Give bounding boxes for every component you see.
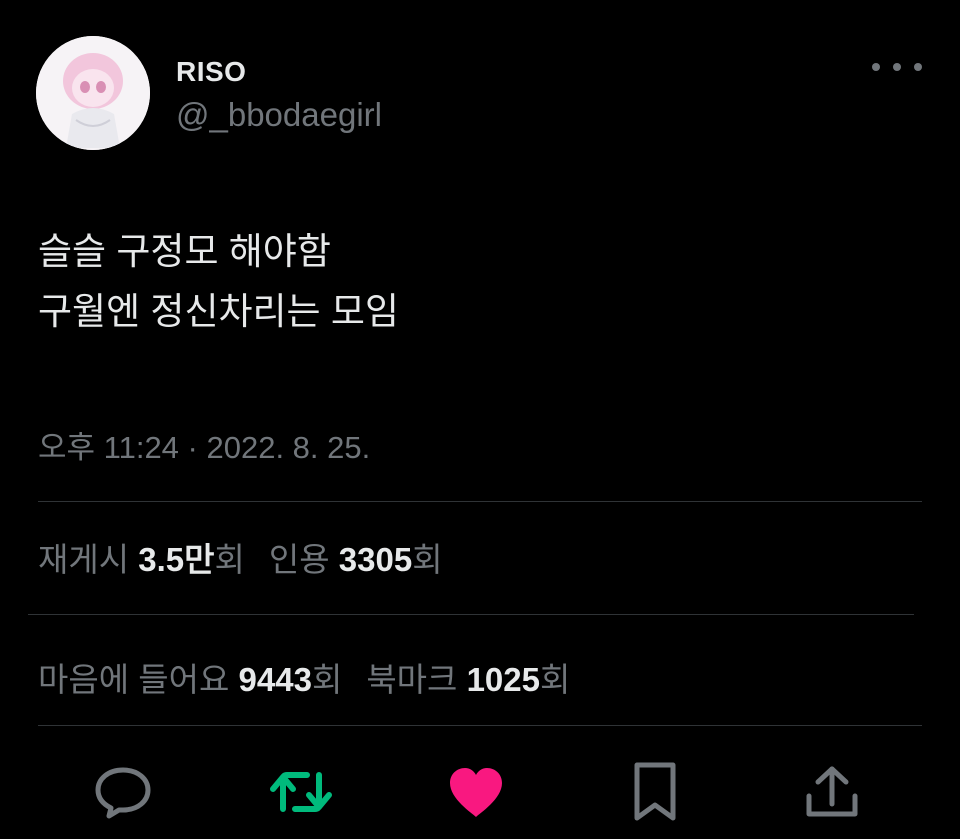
reply-button[interactable] — [91, 760, 155, 824]
quotes-stat[interactable]: 인용 3305회 — [269, 541, 443, 578]
likes-suffix: 회 — [311, 661, 343, 698]
retweets-stat[interactable]: 재게시 3.5만회 — [38, 541, 245, 578]
bookmark-icon — [634, 762, 676, 821]
more-options-icon[interactable] — [872, 54, 922, 80]
avatar[interactable] — [36, 36, 150, 150]
likes-count: 9443 — [238, 661, 312, 698]
tweet-timestamp[interactable]: 오후 11:24 · 2022. 8. 25. — [38, 422, 370, 467]
display-name[interactable]: RISO — [176, 56, 246, 88]
stats-row-likes: 마음에 들어요 9443회 북마크 1025회 — [38, 653, 570, 701]
bookmarks-stat[interactable]: 북마크 1025회 — [366, 661, 570, 698]
share-button[interactable] — [800, 760, 864, 824]
divider — [28, 614, 914, 615]
bookmark-button[interactable] — [623, 760, 687, 824]
retweet-icon — [270, 772, 332, 812]
likes-label: 마음에 들어요 — [38, 661, 230, 698]
likes-stat[interactable]: 마음에 들어요 9443회 — [38, 661, 342, 698]
divider — [38, 501, 922, 502]
divider — [38, 725, 922, 726]
quotes-label: 인용 — [268, 541, 330, 578]
share-icon — [806, 766, 858, 817]
retweets-label: 재게시 — [38, 541, 130, 578]
user-handle[interactable]: @_bbodaegirl — [176, 96, 382, 134]
avatar-image — [36, 36, 150, 150]
tweet-text: 슬슬 구정모 해야함 구월엔 정신차리는 모임 — [38, 222, 399, 342]
like-icon — [450, 768, 502, 817]
tweet-line: 구월엔 정신차리는 모임 — [38, 291, 399, 332]
retweets-count: 3.5만 — [138, 541, 215, 578]
bookmarks-suffix: 회 — [540, 661, 571, 698]
quotes-suffix: 회 — [412, 541, 443, 578]
bookmarks-label: 북마크 — [366, 661, 458, 698]
retweet-button[interactable] — [269, 760, 333, 824]
stats-row-reposts: 재게시 3.5만회 인용 3305회 — [38, 533, 443, 581]
bookmarks-count: 1025 — [466, 661, 540, 698]
tweet-line: 슬슬 구정모 해야함 — [38, 231, 331, 272]
like-button[interactable] — [444, 760, 508, 824]
quotes-count: 3305 — [338, 541, 413, 578]
reply-icon — [95, 767, 151, 819]
retweets-suffix: 회 — [214, 541, 245, 578]
